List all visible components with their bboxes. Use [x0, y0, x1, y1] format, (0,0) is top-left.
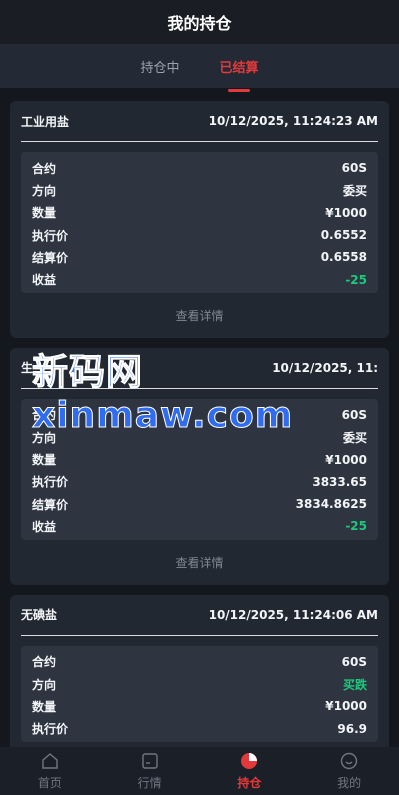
nav-profile[interactable]: 我的 — [299, 747, 399, 795]
view-details-link[interactable]: 查看详情 — [21, 293, 378, 328]
detail-value: ¥1000 — [325, 452, 367, 467]
detail-label: 执行价 — [32, 475, 69, 490]
product-name: 无碘盐 — [21, 608, 58, 623]
profit-value: -25 — [345, 272, 367, 287]
detail-row-direction: 方向 委买 — [32, 426, 367, 448]
detail-row-settle-price: 结算价 3834.8625 — [32, 493, 367, 515]
detail-value: 委买 — [342, 430, 367, 445]
detail-value: 60S — [341, 161, 367, 176]
detail-label: 方向 — [32, 677, 57, 692]
trade-time: 10/12/2025, 11:24:23 AM — [208, 114, 378, 128]
trade-time: 10/12/2025, 11: — [272, 360, 378, 375]
detail-value: ¥1000 — [325, 699, 367, 714]
position-card: 生 10/12/2025, 11: 合约 60S 方向 委买 数量 ¥1000 执行价… — [10, 347, 389, 585]
detail-label: 收益 — [32, 273, 57, 288]
detail-label: 数量 — [32, 453, 57, 468]
detail-value: 委买 — [342, 183, 367, 198]
detail-panel: 合约 60S 方向 委买 数量 ¥1000 执行价 3833.65 结算价 3834.86… — [21, 398, 378, 540]
detail-value: 96.9 — [337, 721, 367, 736]
detail-value: 3833.65 — [312, 474, 367, 489]
nav-label: 我的 — [337, 776, 362, 790]
card-header: 工业用盐 10/12/2025, 11:24:23 AM — [21, 101, 378, 142]
detail-label: 合约 — [32, 408, 57, 423]
detail-row-amount: 数量 ¥1000 — [32, 448, 367, 470]
detail-label: 方向 — [32, 430, 57, 445]
detail-row-profit: 收益 -25 — [32, 268, 367, 290]
detail-label: 数量 — [32, 699, 57, 714]
detail-row-settle-price: 结算价 0.6558 — [32, 246, 367, 268]
detail-panel: 合约 60S 方向 委买 数量 ¥1000 执行价 0.6552 结算价 0.6558 收… — [21, 152, 378, 293]
detail-row-amount: 数量 ¥1000 — [32, 695, 367, 717]
detail-row-strike-price: 执行价 0.6552 — [32, 224, 367, 246]
position-card: 无碘盐 10/12/2025, 11:24:06 AM 合约 60S 方向 买跌 数… — [10, 594, 389, 752]
trade-time: 10/12/2025, 11:24:06 AM — [208, 607, 378, 622]
detail-row-direction: 方向 买跌 — [32, 673, 367, 695]
position-pie-icon — [241, 753, 258, 769]
detail-value: 0.6558 — [320, 250, 367, 265]
detail-value: ¥1000 — [325, 205, 367, 220]
detail-label: 收益 — [32, 519, 57, 534]
card-header: 无碘盐 10/12/2025, 11:24:06 AM — [21, 595, 378, 636]
detail-label: 方向 — [32, 183, 57, 198]
detail-row-contract: 合约 60S — [32, 404, 367, 426]
detail-label: 数量 — [32, 206, 57, 221]
detail-value: 60S — [341, 654, 367, 669]
detail-label: 结算价 — [32, 497, 69, 512]
product-name: 生 — [21, 361, 34, 376]
detail-row-contract: 合约 60S — [32, 651, 367, 673]
direction-value: 买跌 — [342, 677, 367, 692]
detail-panel: 合约 60S 方向 买跌 数量 ¥1000 执行价 96.9 — [21, 645, 378, 742]
nav-label: 行情 — [137, 776, 162, 790]
detail-label: 合约 — [32, 655, 57, 670]
profit-value: -25 — [345, 519, 367, 534]
bottom-nav: 首页 行情 持仓 我的 — [0, 747, 399, 795]
detail-row-contract: 合约 60S — [32, 157, 367, 179]
detail-label: 执行价 — [32, 228, 69, 243]
detail-label: 结算价 — [32, 250, 69, 265]
market-icon — [141, 753, 158, 769]
nav-home[interactable]: 首页 — [0, 747, 100, 795]
tab-holding[interactable]: 持仓中 — [136, 51, 183, 82]
profile-icon — [340, 752, 358, 770]
position-card: 工业用盐 10/12/2025, 11:24:23 AM 合约 60S 方向 委买 … — [10, 101, 389, 338]
tab-settled[interactable]: 已结算 — [216, 51, 263, 82]
nav-market[interactable]: 行情 — [100, 747, 200, 795]
tab-bar: 持仓中 已结算 — [0, 44, 399, 88]
detail-row-strike-price: 执行价 3833.65 — [32, 471, 367, 493]
view-details-link[interactable]: 查看详情 — [21, 540, 378, 575]
nav-label: 首页 — [37, 776, 62, 790]
nav-position[interactable]: 持仓 — [200, 747, 300, 795]
home-icon — [42, 753, 58, 769]
detail-row-amount: 数量 ¥1000 — [32, 202, 367, 224]
detail-value: 0.6552 — [320, 228, 367, 243]
position-list: 工业用盐 10/12/2025, 11:24:23 AM 合约 60S 方向 委买 … — [0, 88, 399, 752]
detail-row-strike-price: 执行价 96.9 — [32, 717, 367, 739]
card-header: 生 10/12/2025, 11: — [21, 348, 378, 389]
detail-row-direction: 方向 委买 — [32, 179, 367, 201]
detail-value: 3834.8625 — [295, 497, 367, 512]
detail-label: 执行价 — [32, 722, 69, 737]
page-title: 我的持仓 — [167, 14, 232, 33]
nav-label: 持仓 — [237, 776, 262, 790]
detail-label: 合约 — [32, 161, 57, 176]
detail-value: 60S — [341, 407, 367, 422]
page-header: 我的持仓 — [0, 0, 399, 44]
product-name: 工业用盐 — [21, 114, 70, 129]
detail-row-profit: 收益 -25 — [32, 515, 367, 537]
